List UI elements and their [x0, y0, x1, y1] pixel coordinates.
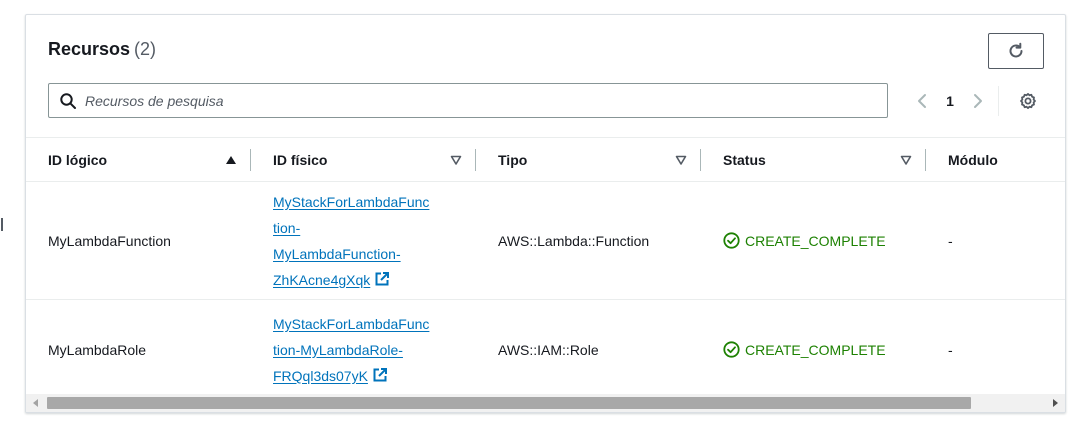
column-header-physical-id[interactable]: ID físico: [251, 137, 476, 182]
chevron-right-icon: [974, 94, 982, 108]
scrollbar-thumb[interactable]: [47, 397, 971, 409]
sort-icon: [900, 154, 912, 166]
page-title: Recursos (2): [48, 39, 156, 60]
resources-panel: Recursos(2) 1: [25, 14, 1066, 413]
next-page-button[interactable]: [970, 89, 986, 113]
gear-icon: [1020, 92, 1036, 109]
cell-status: CREATE_COMPLETE: [701, 299, 926, 393]
external-link-icon[interactable]: [372, 365, 388, 381]
scroll-right-arrow-icon[interactable]: [1053, 399, 1058, 407]
resources-table-container: ID lógico ID físico Tipo Status Módulo M…: [26, 137, 1065, 393]
cell-physical-id: MyStackForLambdaFunc tion-MyLambdaRole- FR…: [251, 299, 476, 393]
status-text: CREATE_COMPLETE: [745, 232, 886, 249]
search-icon: [59, 92, 77, 110]
cell-physical-id: MyStackForLambdaFunc tion- MyLambdaFunctio…: [251, 181, 476, 300]
column-label: ID físico: [273, 151, 328, 168]
cell-logical-id: MyLambdaFunction: [26, 181, 251, 300]
link-text-line: MyStackForLambdaFunc: [273, 193, 430, 210]
scroll-left-arrow-icon[interactable]: [33, 399, 38, 407]
cell-type: AWS::Lambda::Function: [476, 181, 701, 300]
refresh-button[interactable]: [988, 33, 1044, 69]
status-badge: CREATE_COMPLETE: [723, 341, 926, 358]
column-header-type[interactable]: Tipo: [476, 137, 701, 182]
link-text-line: MyLambdaFunction-: [273, 245, 401, 262]
table-row: MyLambdaFunction MyStackForLambdaFunc tio…: [26, 181, 1065, 300]
resource-count: (2): [134, 39, 157, 59]
sort-icon: [675, 154, 687, 166]
column-label: Status: [723, 151, 766, 168]
column-label: Módulo: [948, 151, 998, 168]
cell-module: -: [926, 181, 1065, 300]
external-link-icon[interactable]: [374, 269, 390, 285]
physical-id-link[interactable]: MyStackForLambdaFunc tion-MyLambdaRole- FR…: [273, 316, 429, 384]
search-input[interactable]: [85, 92, 865, 109]
edge-divider: [1, 218, 3, 231]
column-label: ID lógico: [48, 151, 108, 168]
cell-status: CREATE_COMPLETE: [701, 181, 926, 300]
cell-type: AWS::IAM::Role: [476, 299, 701, 393]
sort-ascending-icon: [225, 154, 237, 166]
refresh-icon: [1007, 42, 1025, 60]
link-text-line: tion-: [273, 219, 301, 236]
link-text-line: tion-MyLambdaRole-: [273, 341, 403, 358]
horizontal-scrollbar[interactable]: [26, 394, 1065, 412]
column-header-status[interactable]: Status: [701, 137, 926, 182]
pager-divider: [998, 86, 999, 116]
status-badge: CREATE_COMPLETE: [723, 232, 926, 249]
title-text: Recursos: [48, 39, 131, 59]
sort-icon: [450, 154, 462, 166]
link-text-line: ZhKAcne4gXqk: [273, 271, 371, 288]
previous-page-button[interactable]: [914, 89, 930, 113]
table-header-row: ID lógico ID físico Tipo Status Módulo: [26, 137, 1065, 182]
check-circle-icon: [723, 341, 740, 358]
pagination: 1: [914, 86, 999, 116]
chevron-left-icon: [918, 94, 926, 108]
column-header-module[interactable]: Módulo: [926, 137, 1065, 182]
cell-module: -: [926, 299, 1065, 393]
link-text-line: MyStackForLambdaFunc: [273, 315, 430, 332]
column-label: Tipo: [498, 151, 528, 168]
search-field[interactable]: [48, 83, 888, 118]
column-header-logical-id[interactable]: ID lógico: [26, 137, 251, 182]
physical-id-link[interactable]: MyStackForLambdaFunc tion- MyLambdaFunctio…: [273, 194, 429, 288]
preferences-button[interactable]: [1018, 91, 1038, 111]
resources-table: ID lógico ID físico Tipo Status Módulo M…: [26, 137, 1065, 393]
link-text-line: FRQql3ds07yK: [273, 367, 368, 384]
table-row: MyLambdaRole MyStackForLambdaFunc tion-My…: [26, 299, 1065, 393]
status-text: CREATE_COMPLETE: [745, 341, 886, 358]
cell-logical-id: MyLambdaRole: [26, 299, 251, 393]
page-number-1[interactable]: 1: [930, 93, 970, 109]
check-circle-icon: [723, 232, 740, 249]
panel-header: Recursos(2) 1: [26, 15, 1065, 137]
